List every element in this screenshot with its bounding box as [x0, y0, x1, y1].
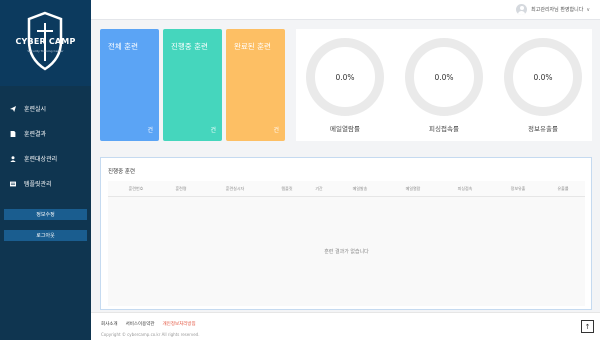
card-ongoing-training[interactable]: 진행중 훈련 건 [163, 29, 222, 141]
column-header[interactable]: 피싱접속 [458, 186, 473, 192]
column-header[interactable]: 기간 [315, 186, 322, 192]
stat-label: 피싱접속률 [429, 125, 459, 133]
column-header[interactable]: 메일열람 [406, 186, 421, 192]
table-header: 훈련번호 훈련명 훈련실시자 템플릿 기간 메일발송 메일열람 피싱접속 정보유… [108, 181, 585, 197]
logout-button[interactable]: 로그아웃 [4, 230, 87, 241]
column-header[interactable]: 메일발송 [353, 186, 368, 192]
training-table: 훈련번호 훈련명 훈련실시자 템플릿 기간 메일발송 메일열람 피싱접속 정보유… [108, 181, 585, 306]
card-total-training[interactable]: 전체 훈련 건 [100, 29, 159, 141]
card-completed-training[interactable]: 완료된 훈련 건 [226, 29, 285, 141]
chevron-down-icon: ∨ [586, 6, 590, 13]
stat-phishing-access-rate: 0.0% 피싱접속률 [405, 38, 483, 138]
sidebar-item-results[interactable]: 훈련결과 [0, 121, 91, 146]
logo[interactable]: CYBER CAMP Security Training Center [0, 0, 91, 86]
sidebar-menu: 훈련실시 훈련결과 훈련대상관리 템플릿관리 [0, 96, 91, 196]
footer-links: 회사소개 서비스이용약관 개인정보처리방침 [101, 321, 196, 327]
document-icon [10, 130, 16, 137]
empty-message: 훈련 결과가 없습니다 [324, 249, 369, 255]
card-unit: 건 [273, 127, 279, 134]
card-unit: 건 [210, 127, 216, 134]
logo-subtitle: Security Training Center [27, 49, 64, 53]
logo-text: CYBER CAMP [15, 37, 76, 46]
footer-link-about[interactable]: 회사소개 [101, 321, 118, 327]
progress-ring: 0.0% [306, 38, 384, 116]
profile-edit-button[interactable]: 정보수정 [4, 209, 87, 220]
footer: 회사소개 서비스이용약관 개인정보처리방침 Copyright © cyberc… [91, 312, 600, 340]
avatar [516, 4, 528, 15]
copyright-text: Copyright © cybercamp.co.kr All rights r… [101, 332, 200, 337]
sidebar-item-label: 훈련대상관리 [24, 156, 58, 163]
user-menu[interactable]: 최고관리자님 환영합니다 ∨ [516, 4, 590, 15]
column-header[interactable]: 훈련명 [175, 186, 186, 192]
column-header[interactable]: 유출률 [557, 186, 568, 192]
stat-mail-open-rate: 0.0% 메일열람률 [306, 38, 384, 138]
card-title: 진행중 훈련 [171, 42, 208, 51]
stat-value: 0.0% [335, 72, 355, 82]
column-header[interactable]: 훈련실시자 [226, 186, 244, 192]
panel-title: 진행중 훈련 [108, 169, 136, 175]
user-greeting: 최고관리자님 환영합니다 [531, 7, 584, 13]
template-icon [10, 181, 16, 186]
card-title: 전체 훈련 [108, 42, 138, 51]
footer-link-terms[interactable]: 서비스이용약관 [126, 321, 155, 327]
sidebar-item-label: 훈련결과 [24, 131, 47, 138]
sidebar-item-targets[interactable]: 훈련대상관리 [0, 146, 91, 171]
stat-label: 정보유출률 [528, 125, 558, 133]
stat-info-leak-rate: 0.0% 정보유출률 [504, 38, 582, 138]
card-unit: 건 [147, 127, 153, 134]
card-title: 완료된 훈련 [234, 42, 271, 51]
stats-panel: 0.0% 메일열람률 0.0% 피싱접속률 0.0% 정보유출률 [296, 29, 592, 141]
sidebar-item-training[interactable]: 훈련실시 [0, 96, 91, 121]
sidebar-item-label: 훈련실시 [24, 106, 47, 113]
user-icon [10, 155, 16, 162]
sidebar-item-label: 템플릿관리 [24, 181, 52, 188]
footer-link-privacy[interactable]: 개인정보처리방침 [163, 321, 196, 327]
ongoing-training-panel: 진행중 훈련 훈련번호 훈련명 훈련실시자 템플릿 기간 메일발송 메일열람 피… [100, 157, 592, 310]
stat-label: 메일열람률 [330, 125, 360, 133]
send-icon [10, 105, 16, 112]
scroll-top-button[interactable]: ↑ [581, 320, 594, 333]
sidebar: CYBER CAMP Security Training Center 훈련실시… [0, 0, 91, 340]
column-header[interactable]: 정보유출 [511, 186, 526, 192]
stat-value: 0.0% [434, 72, 454, 82]
sidebar-item-templates[interactable]: 템플릿관리 [0, 171, 91, 196]
progress-ring: 0.0% [405, 38, 483, 116]
column-header[interactable]: 훈련번호 [129, 186, 144, 192]
stat-value: 0.0% [533, 72, 553, 82]
top-bar: 최고관리자님 환영합니다 ∨ [91, 0, 600, 20]
progress-ring: 0.0% [504, 38, 582, 116]
column-header[interactable]: 템플릿 [281, 186, 292, 192]
